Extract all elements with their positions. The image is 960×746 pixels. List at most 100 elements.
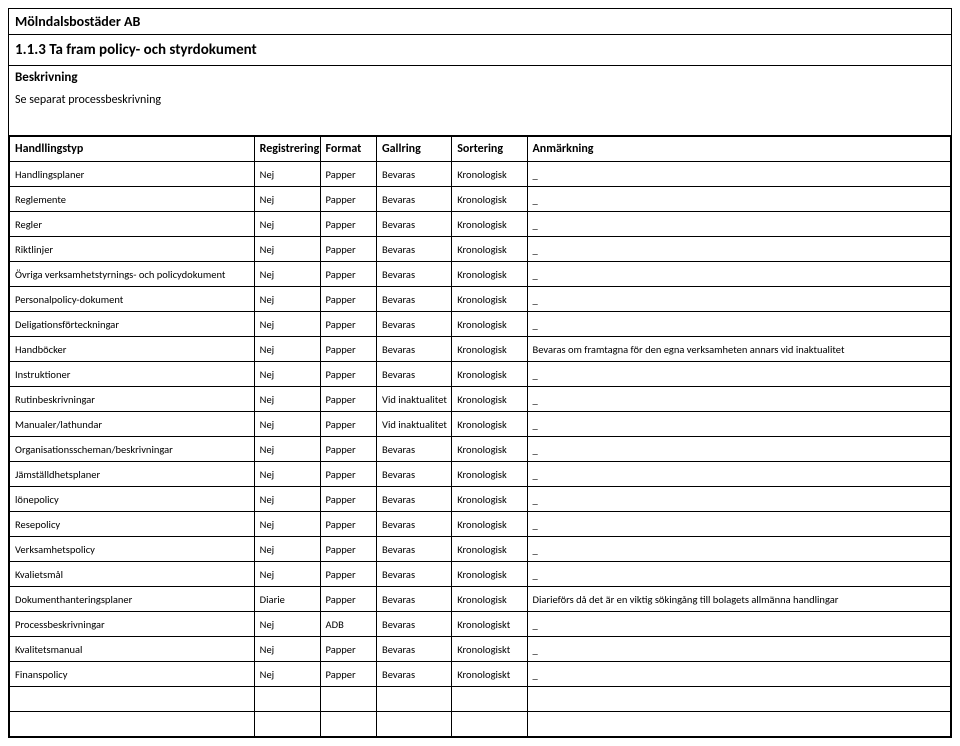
table-cell: Papper [320,637,376,662]
table-cell: Bevaras [376,237,451,262]
table-cell: Papper [320,662,376,687]
table-cell: Kronologisk [452,262,527,287]
table-cell: Handlingsplaner [10,162,255,187]
table-cell: Kronologisk [452,412,527,437]
table-row-empty [10,712,951,737]
table-cell: Nej [254,287,320,312]
table-cell [320,712,376,737]
table-cell: _ [527,262,950,287]
table-cell: Dokumenthanteringsplaner [10,587,255,612]
description-label: Beskrivning [9,65,951,89]
table-cell: Papper [320,262,376,287]
header-spacer [9,113,951,135]
col-header: Handllingstyp [10,137,255,162]
table-cell: _ [527,162,950,187]
table-cell: Bevaras [376,562,451,587]
table-row: RiktlinjerNejPapperBevarasKronologisk_ [10,237,951,262]
table-cell: _ [527,462,950,487]
table-cell: _ [527,237,950,262]
table-row: DokumenthanteringsplanerDiariePapperBeva… [10,587,951,612]
table-cell: Resepolicy [10,512,255,537]
table-cell: _ [527,187,950,212]
table-cell: Kronologisk [452,187,527,212]
table-cell: _ [527,512,950,537]
table-cell: Bevaras [376,187,451,212]
table-cell: lönepolicy [10,487,255,512]
table-cell: Kronologisk [452,437,527,462]
table-cell: _ [527,662,950,687]
table-cell: Bevaras [376,462,451,487]
table-cell: Bevaras [376,162,451,187]
table-row: InstruktionerNejPapperBevarasKronologisk… [10,362,951,387]
table-cell: Papper [320,562,376,587]
table-row: lönepolicyNejPapperBevarasKronologisk_ [10,487,951,512]
table-cell: Kronologisk [452,337,527,362]
table-cell: _ [527,437,950,462]
table-cell: Handböcker [10,337,255,362]
table-cell: Nej [254,637,320,662]
table-cell: Bevaras [376,287,451,312]
table-cell: _ [527,412,950,437]
table-cell: Kronologisk [452,537,527,562]
table-cell: Nej [254,262,320,287]
table-cell: Nej [254,412,320,437]
table-row: ReglementeNejPapperBevarasKronologisk_ [10,187,951,212]
table-cell: Bevaras [376,487,451,512]
table-cell [320,687,376,712]
table-cell [527,687,950,712]
table-cell: Papper [320,287,376,312]
table-body: HandlingsplanerNejPapperBevarasKronologi… [10,162,951,737]
table-cell: _ [527,387,950,412]
table-cell: Nej [254,312,320,337]
table-cell: Papper [320,487,376,512]
table-cell: Kronologiskt [452,612,527,637]
table-cell [527,712,950,737]
table-row: Personalpolicy-dokumentNejPapperBevarasK… [10,287,951,312]
table-cell: Vid inaktualitet [376,387,451,412]
table-cell: _ [527,212,950,237]
table-cell: Papper [320,537,376,562]
table-cell: Kronologisk [452,512,527,537]
table-cell: Nej [254,537,320,562]
table-cell: Finanspolicy [10,662,255,687]
table-cell: Papper [320,237,376,262]
table-cell: Bevaras om framtagna för den egna verksa… [527,337,950,362]
table-cell: Nej [254,362,320,387]
table-cell: _ [527,562,950,587]
table-row-empty [10,687,951,712]
table-cell: Nej [254,337,320,362]
table-row: HandlingsplanerNejPapperBevarasKronologi… [10,162,951,187]
table-cell: Kronologisk [452,162,527,187]
table-cell: Bevaras [376,437,451,462]
table-cell: Nej [254,387,320,412]
table-cell: Kronologisk [452,362,527,387]
table-row: FinanspolicyNejPapperBevarasKronologiskt… [10,662,951,687]
table-cell: Manualer/lathundar [10,412,255,437]
table-cell: _ [527,362,950,387]
table-row: HandböckerNejPapperBevarasKronologiskBev… [10,337,951,362]
col-header: Registrering [254,137,320,162]
company-name: Mölndalsbostäder AB [9,9,951,35]
document-header: Mölndalsbostäder AB 1.1.3 Ta fram policy… [9,9,951,136]
table-cell: Diarieförs då det är en viktig sökingång… [527,587,950,612]
table-row: DeligationsförteckningarNejPapperBevaras… [10,312,951,337]
table-cell: Papper [320,162,376,187]
description-text: Se separat processbeskrivning [9,89,951,113]
table-cell: Vid inaktualitet [376,412,451,437]
table-cell: Nej [254,487,320,512]
table-cell: Nej [254,212,320,237]
records-table: Handllingstyp Registrering Format Gallri… [9,136,951,737]
table-cell: Papper [320,437,376,462]
table-cell: Nej [254,437,320,462]
table-cell: Verksamhetspolicy [10,537,255,562]
table-cell: Kvalietsmål [10,562,255,587]
table-row: JämställdhetsplanerNejPapperBevarasKrono… [10,462,951,487]
table-cell [452,687,527,712]
table-cell: Kronologiskt [452,662,527,687]
table-cell: Kronologisk [452,387,527,412]
table-cell: Regler [10,212,255,237]
table-cell: Bevaras [376,662,451,687]
table-cell: Riktlinjer [10,237,255,262]
table-cell: Instruktioner [10,362,255,387]
table-cell: Papper [320,587,376,612]
